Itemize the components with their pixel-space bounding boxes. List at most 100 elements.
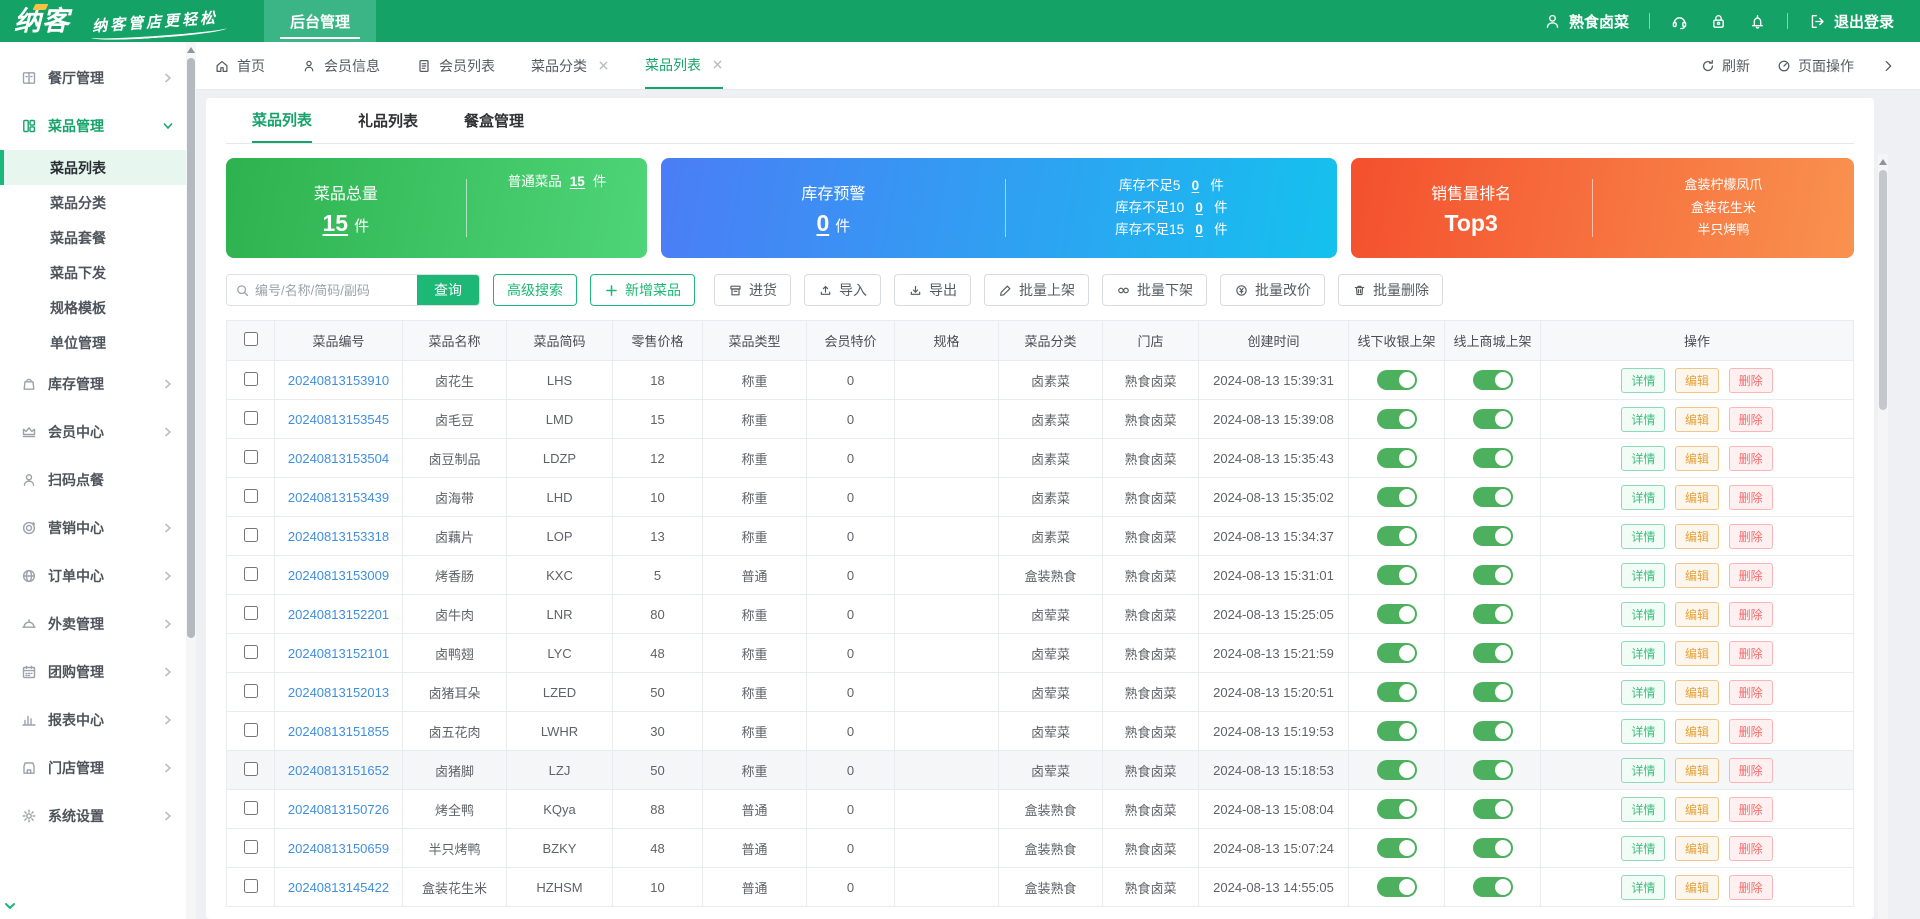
edit-button[interactable]: 编辑 xyxy=(1674,718,1719,744)
sidebar-subitem-unit-management[interactable]: 单位管理 xyxy=(0,325,186,360)
sidebar-item-members[interactable]: 会员中心 xyxy=(0,408,186,456)
close-icon[interactable] xyxy=(598,60,609,71)
search-button[interactable]: 查询 xyxy=(417,275,479,305)
row-checkbox[interactable] xyxy=(243,878,258,893)
edit-button[interactable]: 编辑 xyxy=(1674,679,1719,705)
delete-button[interactable]: 删除 xyxy=(1728,640,1773,666)
scrollbar-thumb[interactable] xyxy=(187,58,195,638)
refresh-button[interactable]: 刷新 xyxy=(1700,56,1750,76)
dish-id-link[interactable]: 20240813153545 xyxy=(288,412,389,427)
online-mall-toggle[interactable] xyxy=(1472,838,1513,858)
online-mall-toggle[interactable] xyxy=(1472,604,1513,624)
sidebar-item-restaurant[interactable]: 餐厅管理 xyxy=(0,54,186,102)
edit-button[interactable]: 编辑 xyxy=(1674,757,1719,783)
online-mall-toggle[interactable] xyxy=(1472,526,1513,546)
online-mall-toggle[interactable] xyxy=(1472,643,1513,663)
online-mall-toggle[interactable] xyxy=(1472,565,1513,585)
offline-pos-toggle[interactable] xyxy=(1376,760,1417,780)
sidebar-subitem-dish-category[interactable]: 菜品分类 xyxy=(0,185,186,220)
offline-pos-toggle[interactable] xyxy=(1376,643,1417,663)
user-menu[interactable]: 熟食卤菜 xyxy=(1543,11,1629,32)
online-mall-toggle[interactable] xyxy=(1472,409,1513,429)
search-input[interactable] xyxy=(227,275,417,305)
dish-id-link[interactable]: 20240813153009 xyxy=(288,568,389,583)
delete-button[interactable]: 删除 xyxy=(1728,484,1773,510)
detail-button[interactable]: 详情 xyxy=(1621,835,1666,861)
tab-dish-category[interactable]: 菜品分类 xyxy=(531,42,609,89)
row-checkbox[interactable] xyxy=(243,566,258,581)
delete-button[interactable]: 删除 xyxy=(1728,718,1773,744)
tab-dish-list[interactable]: 菜品列表 xyxy=(645,42,723,89)
detail-button[interactable]: 详情 xyxy=(1621,406,1666,432)
batch-price-button[interactable]: 批量改价 xyxy=(1220,274,1325,306)
row-checkbox[interactable] xyxy=(243,449,258,464)
delete-button[interactable]: 删除 xyxy=(1728,445,1773,471)
sidebar-subitem-dish-dispatch[interactable]: 菜品下发 xyxy=(0,255,186,290)
row-checkbox[interactable] xyxy=(243,488,258,503)
bell-icon[interactable] xyxy=(1748,12,1767,31)
export-button[interactable]: 导出 xyxy=(894,274,971,306)
content-scrollbar[interactable] xyxy=(1878,154,1888,919)
detail-button[interactable]: 详情 xyxy=(1621,445,1666,471)
edit-button[interactable]: 编辑 xyxy=(1674,562,1719,588)
delete-button[interactable]: 删除 xyxy=(1728,679,1773,705)
dish-id-link[interactable]: 20240813150659 xyxy=(288,841,389,856)
stock-low-5-link[interactable]: 0 xyxy=(1188,175,1202,197)
detail-button[interactable]: 详情 xyxy=(1621,679,1666,705)
sidebar-item-scan-order[interactable]: 扫码点餐 xyxy=(0,456,186,504)
detail-button[interactable]: 详情 xyxy=(1621,640,1666,666)
delete-button[interactable]: 删除 xyxy=(1728,835,1773,861)
detail-button[interactable]: 详情 xyxy=(1621,796,1666,822)
row-checkbox[interactable] xyxy=(243,410,258,425)
sidebar-subitem-spec-template[interactable]: 规格模板 xyxy=(0,290,186,325)
row-checkbox[interactable] xyxy=(243,800,258,815)
subtab-dish-list[interactable]: 菜品列表 xyxy=(252,98,313,143)
edit-button[interactable]: 编辑 xyxy=(1674,484,1719,510)
dish-id-link[interactable]: 20240813153318 xyxy=(288,529,389,544)
logout-button[interactable]: 退出登录 xyxy=(1808,11,1894,32)
online-mall-toggle[interactable] xyxy=(1472,370,1513,390)
sidebar-item-inventory[interactable]: 库存管理 xyxy=(0,360,186,408)
row-checkbox[interactable] xyxy=(243,644,258,659)
tab-member-info[interactable]: 会员信息 xyxy=(301,42,380,89)
sidebar-scroll-down-icon[interactable] xyxy=(3,899,17,918)
sidebar-item-orders[interactable]: 订单中心 xyxy=(0,552,186,600)
detail-button[interactable]: 详情 xyxy=(1621,874,1666,900)
edit-button[interactable]: 编辑 xyxy=(1674,445,1719,471)
subtab-gift-list[interactable]: 礼品列表 xyxy=(358,98,418,143)
offline-pos-toggle[interactable] xyxy=(1376,604,1417,624)
online-mall-toggle[interactable] xyxy=(1472,448,1513,468)
select-all-checkbox[interactable] xyxy=(243,332,258,346)
dish-id-link[interactable]: 20240813150726 xyxy=(288,802,389,817)
headset-icon[interactable] xyxy=(1670,12,1689,31)
sidebar-item-reports[interactable]: 报表中心 xyxy=(0,696,186,744)
dish-id-link[interactable]: 20240813153439 xyxy=(288,490,389,505)
offline-pos-toggle[interactable] xyxy=(1376,721,1417,741)
offline-pos-toggle[interactable] xyxy=(1376,448,1417,468)
dish-id-link[interactable]: 20240813151855 xyxy=(288,724,389,739)
dish-total-link[interactable]: 15 xyxy=(323,210,349,237)
page-ops-button[interactable]: 页面操作 xyxy=(1776,56,1854,76)
scroll-up-arrow-icon[interactable] xyxy=(187,47,195,53)
offline-pos-toggle[interactable] xyxy=(1376,877,1417,897)
row-checkbox[interactable] xyxy=(243,761,258,776)
edit-button[interactable]: 编辑 xyxy=(1674,796,1719,822)
offline-pos-toggle[interactable] xyxy=(1376,409,1417,429)
tab-member-list[interactable]: 会员列表 xyxy=(416,42,495,89)
sidebar-subitem-dish-list[interactable]: 菜品列表 xyxy=(0,150,186,185)
lock-icon[interactable] xyxy=(1709,12,1728,31)
sidebar-scrollbar[interactable] xyxy=(186,42,196,919)
delete-button[interactable]: 删除 xyxy=(1728,562,1773,588)
sidebar-item-settings[interactable]: 系统设置 xyxy=(0,792,186,840)
edit-button[interactable]: 编辑 xyxy=(1674,874,1719,900)
offline-pos-toggle[interactable] xyxy=(1376,487,1417,507)
batch-off-shelf-button[interactable]: 批量下架 xyxy=(1102,274,1207,306)
detail-button[interactable]: 详情 xyxy=(1621,601,1666,627)
edit-button[interactable]: 编辑 xyxy=(1674,640,1719,666)
stock-low-10-link[interactable]: 0 xyxy=(1192,197,1206,219)
dish-id-link[interactable]: 20240813151652 xyxy=(288,763,389,778)
online-mall-toggle[interactable] xyxy=(1472,877,1513,897)
sidebar-subitem-dish-combo[interactable]: 菜品套餐 xyxy=(0,220,186,255)
dish-id-link[interactable]: 20240813152201 xyxy=(288,607,389,622)
add-dish-button[interactable]: 新增菜品 xyxy=(590,274,695,306)
